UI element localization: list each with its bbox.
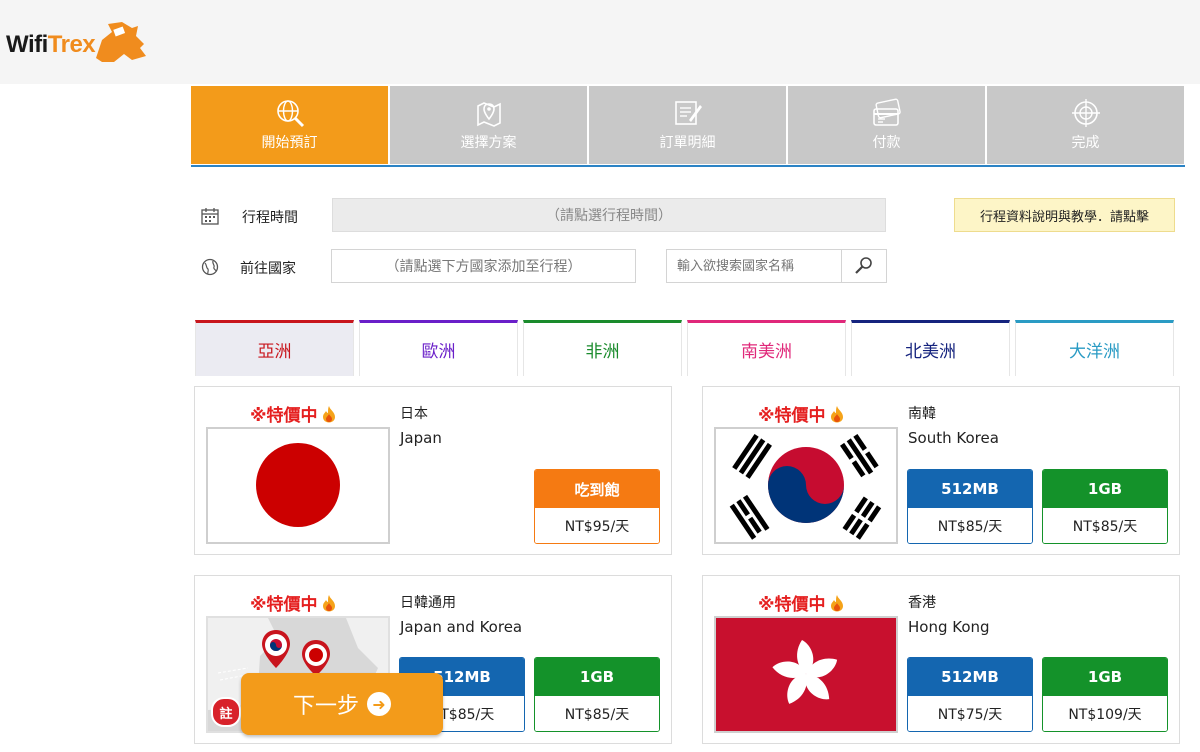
plan-price: NT$109/天 xyxy=(1043,696,1167,731)
map-pin-icon xyxy=(476,102,501,127)
next-step-button[interactable]: 下一步 ➜ xyxy=(241,673,443,735)
dinosaur-logo-icon xyxy=(96,22,146,62)
plan-1gb-button[interactable]: 1GB NT$109/天 xyxy=(1042,657,1168,732)
plan-name: 512MB xyxy=(908,658,1032,696)
tab-label: 亞洲 xyxy=(257,342,292,362)
fire-icon xyxy=(322,405,335,422)
promo-label: ※特價中 xyxy=(758,595,826,615)
tab-label: 南美洲 xyxy=(741,342,792,362)
plan-price: NT$95/天 xyxy=(535,508,659,543)
destination-field[interactable]: （請點選下方國家添加至行程） xyxy=(331,249,636,283)
product-card-hong-kong[interactable]: ※特價中 香港 Hong Kong 512MB NT$75/天 1GB NT$1… xyxy=(702,575,1180,744)
tab-oceania[interactable]: 大洋洲 xyxy=(1015,320,1174,376)
plan-price: NT$75/天 xyxy=(908,696,1032,731)
plan-name: 1GB xyxy=(1043,470,1167,508)
calendar-icon xyxy=(201,208,219,225)
note-badge[interactable]: 註 xyxy=(211,697,241,727)
plan-name: 1GB xyxy=(1043,658,1167,696)
country-search-input[interactable] xyxy=(666,249,841,283)
country-name-zh: 日本 xyxy=(400,406,428,422)
tab-asia[interactable]: 亞洲 xyxy=(195,320,354,376)
step-complete[interactable]: 完成 xyxy=(987,86,1184,164)
trip-help-button[interactable]: 行程資料說明與教學．請點擊 xyxy=(954,198,1175,232)
site-logo[interactable]: WifiTrex xyxy=(6,20,146,70)
country-name-zh: 日韓通用 xyxy=(400,595,456,611)
plan-512mb-button[interactable]: 512MB NT$85/天 xyxy=(907,469,1033,544)
top-bar: WifiTrex xyxy=(0,0,1200,84)
plan-name: 512MB xyxy=(908,470,1032,508)
fire-icon xyxy=(830,594,843,611)
promo-tag: ※特價中 xyxy=(758,401,845,426)
product-card-japan[interactable]: ※特價中 日本 Japan 吃到飽 NT$95/天 xyxy=(194,386,672,555)
promo-label: ※特價中 xyxy=(250,406,318,426)
step-select-plan[interactable]: 選擇方案 xyxy=(390,86,587,164)
korea-flag xyxy=(714,427,898,544)
product-card-south-korea[interactable]: ※特價中 南韓 South Korea 512MB NT$85/天 1GB NT… xyxy=(702,386,1180,555)
plan-512mb-button[interactable]: 512MB NT$75/天 xyxy=(907,657,1033,732)
plan-name: 吃到飽 xyxy=(535,470,659,508)
search-button[interactable] xyxy=(841,249,887,283)
fire-icon xyxy=(322,594,335,611)
target-icon xyxy=(1071,99,1100,127)
next-step-label: 下一步 xyxy=(292,694,359,719)
step-label: 開始預訂 xyxy=(261,135,318,151)
tab-label: 大洋洲 xyxy=(1069,342,1120,362)
tab-label: 北美洲 xyxy=(905,342,956,362)
promo-label: ※特價中 xyxy=(758,406,826,426)
step-label: 完成 xyxy=(1071,135,1100,151)
step-label: 付款 xyxy=(872,135,901,151)
credit-card-icon xyxy=(872,98,901,126)
search-icon xyxy=(855,257,872,274)
logo-text-a: Wifi xyxy=(6,31,48,58)
promo-tag: ※特價中 xyxy=(250,401,337,426)
tab-north-america[interactable]: 北美洲 xyxy=(851,320,1010,376)
tab-south-america[interactable]: 南美洲 xyxy=(687,320,846,376)
fire-icon xyxy=(830,405,843,422)
promo-label: ※特價中 xyxy=(250,595,318,615)
country-name-en: South Korea xyxy=(908,429,999,447)
tab-africa[interactable]: 非洲 xyxy=(523,320,682,376)
plan-name: 1GB xyxy=(535,658,659,696)
country-label: 前往國家 xyxy=(240,261,296,277)
step-start-booking[interactable]: 開始預訂 xyxy=(191,86,388,164)
trip-date-field[interactable]: （請點選行程時間） xyxy=(332,198,886,232)
step-label: 選擇方案 xyxy=(460,135,517,151)
step-order-details[interactable]: 訂單明細 xyxy=(589,86,786,164)
booking-steps: 開始預訂 選擇方案 訂單明細 付款 完成 xyxy=(191,86,1200,164)
promo-tag: ※特價中 xyxy=(250,590,337,615)
plan-1gb-button[interactable]: 1GB NT$85/天 xyxy=(534,657,660,732)
tab-label: 歐洲 xyxy=(421,342,456,362)
japan-flag xyxy=(206,427,390,544)
tab-europe[interactable]: 歐洲 xyxy=(359,320,518,376)
country-name-en: Hong Kong xyxy=(908,618,990,636)
step-label: 訂單明細 xyxy=(659,135,716,151)
edit-document-icon xyxy=(674,101,702,125)
country-name-zh: 南韓 xyxy=(908,406,936,422)
plan-price: NT$85/天 xyxy=(1043,508,1167,543)
tab-label: 非洲 xyxy=(585,342,620,362)
plan-price: NT$85/天 xyxy=(908,508,1032,543)
date-label: 行程時間 xyxy=(242,210,298,226)
promo-tag: ※特價中 xyxy=(758,590,845,615)
arrow-circle-right-icon: ➜ xyxy=(367,692,391,716)
trip-form: 行程時間 （請點選行程時間） 行程資料說明與教學．請點擊 前往國家 （請點選下方… xyxy=(191,167,1185,317)
globe-icon xyxy=(201,258,219,276)
hongkong-flag xyxy=(714,616,898,733)
step-payment[interactable]: 付款 xyxy=(788,86,985,164)
plan-1gb-button[interactable]: 1GB NT$85/天 xyxy=(1042,469,1168,544)
region-tabs: 亞洲 歐洲 非洲 南美洲 北美洲 大洋洲 xyxy=(195,320,1185,376)
plan-price: NT$85/天 xyxy=(535,696,659,731)
globe-search-icon xyxy=(276,100,304,128)
country-name-zh: 香港 xyxy=(908,595,936,611)
plan-unlimited-button[interactable]: 吃到飽 NT$95/天 xyxy=(534,469,660,544)
country-name-en: Japan and Korea xyxy=(400,618,523,636)
country-name-en: Japan xyxy=(400,429,442,447)
